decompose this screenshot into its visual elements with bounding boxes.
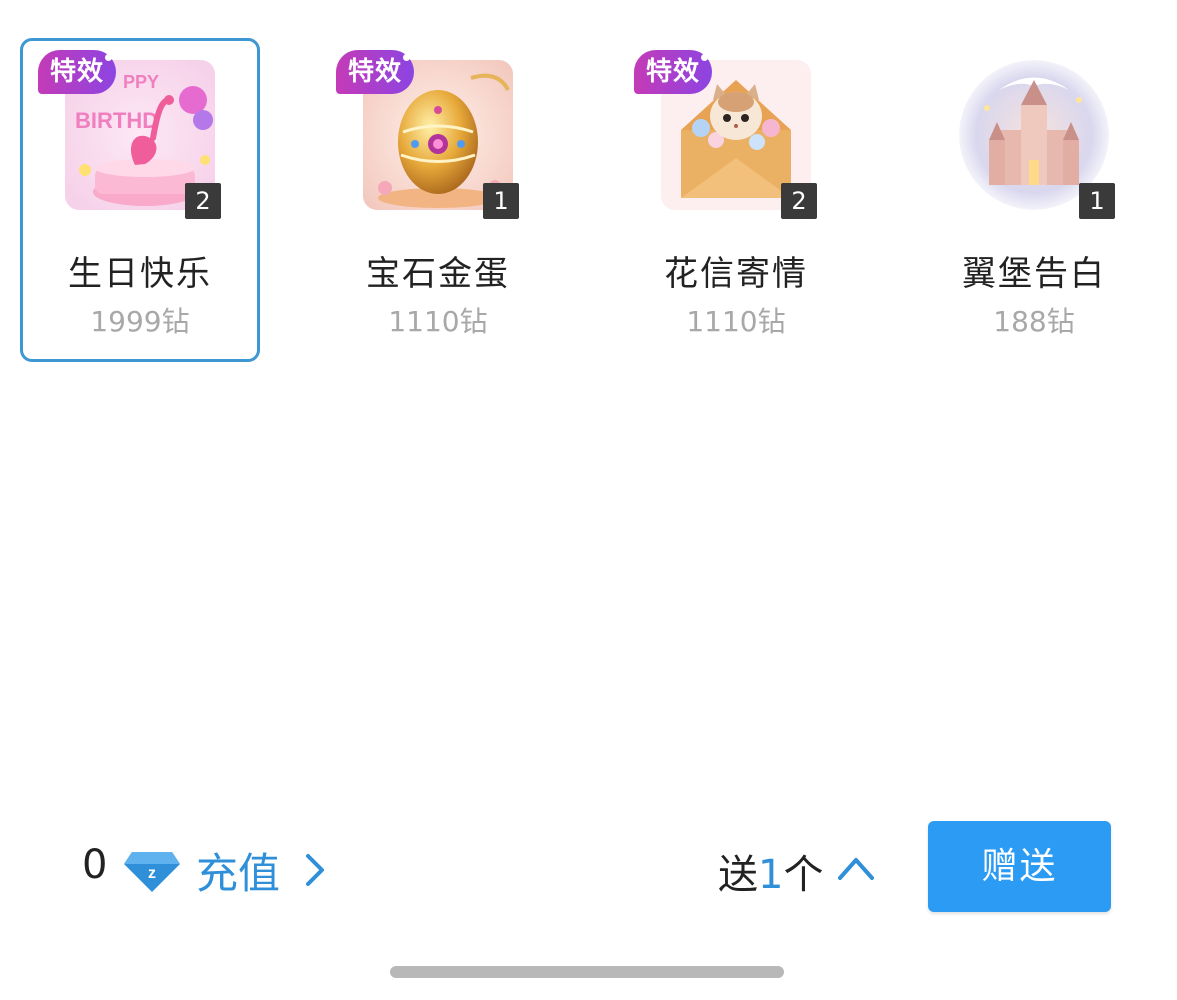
count-badge: 1 (483, 183, 519, 219)
effect-badge-label: 特效 (348, 57, 403, 87)
gift-price: 1110钻 (388, 305, 488, 338)
effect-badge-label: 特效 (646, 57, 701, 87)
recharge-link[interactable]: 充值 (196, 840, 280, 901)
effect-badge-label: 特效 (50, 57, 105, 87)
gift-name: 宝石金蛋 (366, 254, 510, 294)
effect-badge: 特效 (336, 50, 415, 94)
gift-card-winged-castle[interactable]: 1 翼堡告白 188钻 (914, 38, 1154, 362)
chevron-right-icon[interactable] (300, 850, 330, 890)
gift-card-gem-egg[interactable]: 特效 1 宝石金蛋 1110钻 (318, 38, 558, 362)
count-badge: 1 (1079, 183, 1115, 219)
send-gift-button[interactable]: 赠送 (928, 821, 1111, 912)
quantity-prefix: 送 (718, 852, 758, 898)
svg-text:PPY: PPY (123, 72, 159, 92)
home-indicator[interactable] (390, 966, 784, 978)
sparkle-icon (403, 54, 411, 61)
count-badge: 2 (185, 183, 221, 219)
count-badge: 2 (781, 183, 817, 219)
diamond-icon: z (124, 852, 180, 892)
quantity-selector[interactable]: 送1个 (718, 842, 823, 900)
quantity-suffix: 个 (783, 852, 824, 898)
quantity-value: 1 (758, 852, 784, 898)
bottom-bar: 0 z 充值 送1个 赠送 (0, 820, 1177, 914)
svg-text:BIRTHD: BIRTHD (75, 108, 158, 133)
gift-price: 1999钻 (90, 305, 190, 338)
effect-badge: 特效 (634, 50, 713, 94)
balance-value: 0 (82, 842, 108, 888)
effect-badge: 特效 (38, 50, 117, 94)
gift-name: 花信寄情 (664, 254, 808, 294)
gift-card-flower-letter[interactable]: 特效 2 花信寄情 1110钻 (616, 38, 856, 362)
gift-name: 生日快乐 (68, 254, 212, 294)
gift-card-birthday[interactable]: BIRTHD PPY 特效 2 生日快乐 1999钻 (20, 38, 260, 362)
gift-price: 1110钻 (686, 305, 786, 338)
chevron-up-icon[interactable] (834, 850, 878, 886)
gift-grid: BIRTHD PPY 特效 2 生日快乐 1999钻 特效 1 宝石金蛋 111… (20, 38, 1160, 368)
gift-name: 翼堡告白 (962, 254, 1106, 294)
svg-text:z: z (148, 865, 156, 882)
sparkle-icon (701, 54, 709, 61)
sparkle-icon (105, 54, 113, 61)
gift-price: 188钻 (993, 305, 1075, 338)
